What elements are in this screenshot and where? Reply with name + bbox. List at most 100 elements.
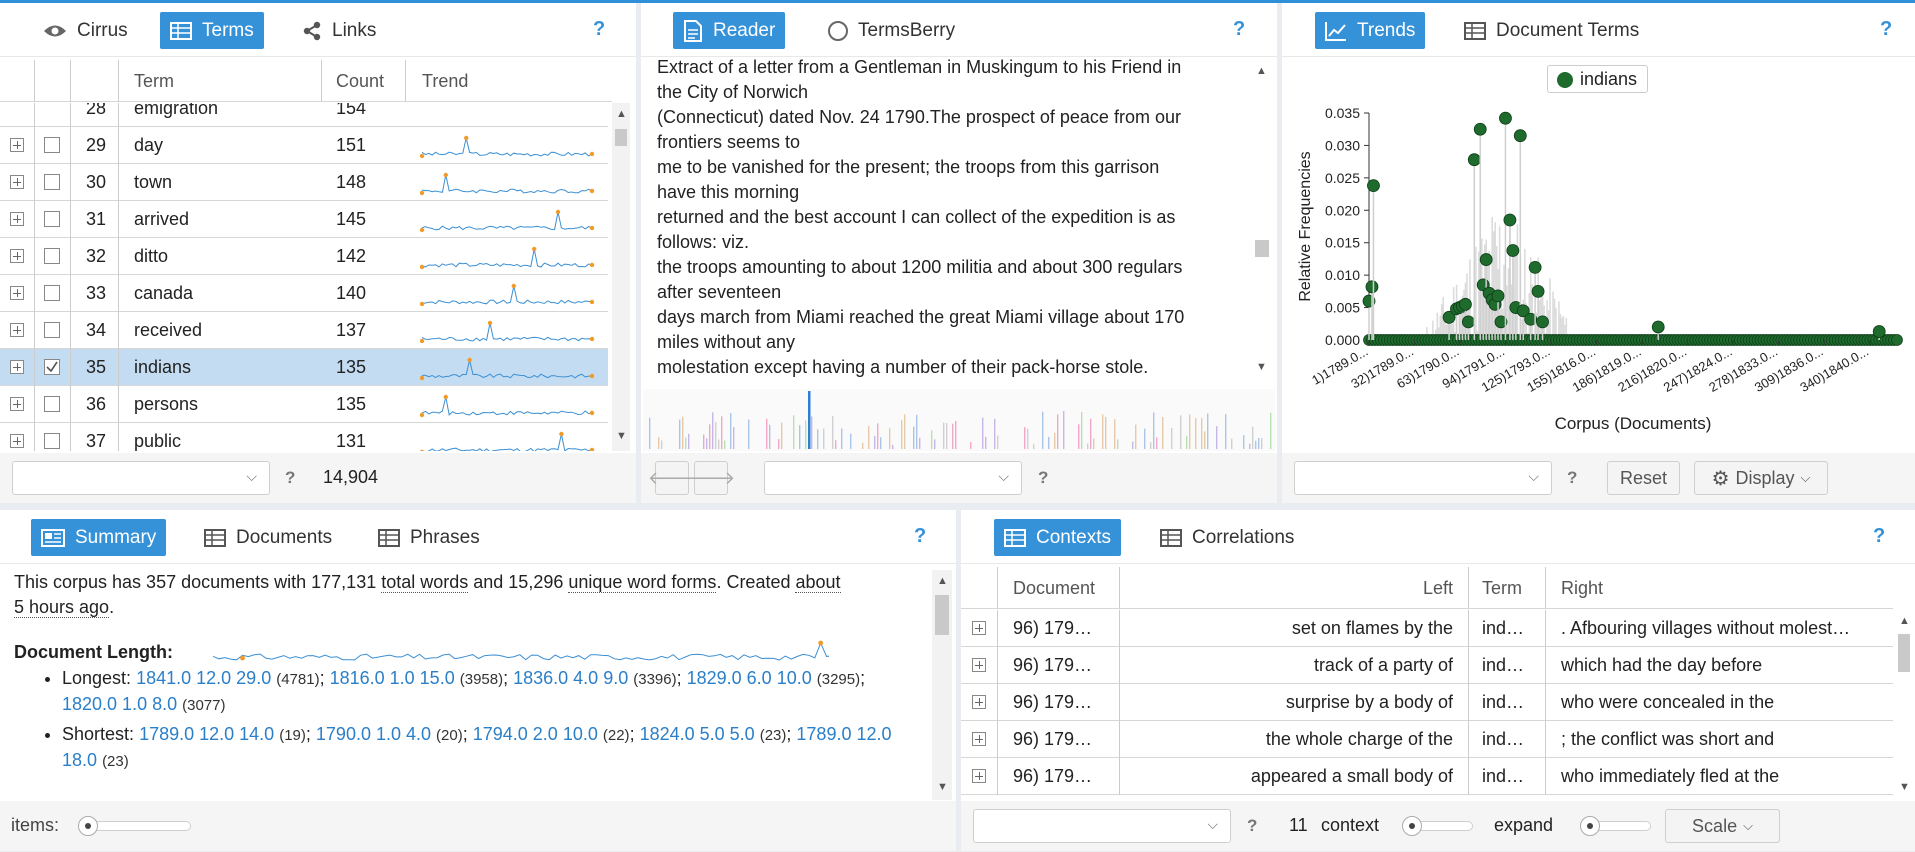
column-header-term[interactable]: Term (134, 71, 174, 92)
column-header-left[interactable]: Left (1151, 578, 1453, 599)
expand-row-icon[interactable] (972, 621, 986, 635)
document-link[interactable]: 1841.0 12.0 29.0 (136, 668, 271, 688)
expand-row-icon[interactable] (972, 769, 986, 783)
table-row[interactable]: 96) 179… set on flames by the ind… . Afbour… (961, 610, 1893, 647)
data-point[interactable] (1499, 111, 1512, 125)
data-point[interactable] (1513, 129, 1527, 143)
document-link[interactable]: 1789.0 12.0 14.0 (139, 724, 274, 744)
column-header-right[interactable]: Right (1561, 578, 1603, 599)
tab-terms[interactable]: Terms (160, 12, 264, 49)
document-link[interactable]: 1829.0 6.0 10.0 (687, 668, 812, 688)
table-row[interactable]: 96) 179… the whole charge of the ind… ; the… (961, 721, 1893, 758)
expand-row-icon[interactable] (10, 249, 24, 263)
terms-scrollbar[interactable]: ▲ ▼ (612, 103, 630, 451)
data-point[interactable] (1473, 122, 1487, 136)
row-checkbox[interactable] (44, 322, 60, 338)
contexts-help-icon[interactable]: ? (1873, 525, 1885, 548)
expand-row-icon[interactable] (10, 360, 24, 374)
data-point[interactable] (1459, 297, 1472, 311)
row-checkbox[interactable] (44, 211, 60, 227)
expand-row-icon[interactable] (972, 695, 986, 709)
data-point[interactable] (1365, 280, 1379, 294)
tab-document-terms[interactable]: Document Terms (1454, 12, 1649, 49)
data-point[interactable] (1503, 213, 1517, 227)
data-point[interactable] (1531, 284, 1545, 298)
data-point[interactable] (1528, 260, 1542, 274)
expand-row-icon[interactable] (10, 323, 24, 337)
expand-row-icon[interactable] (10, 212, 24, 226)
slider-handle[interactable] (1580, 816, 1600, 836)
tab-documents[interactable]: Documents (194, 519, 342, 556)
column-header-document[interactable]: Document (1013, 578, 1095, 599)
chart-legend[interactable]: indians (1547, 65, 1649, 93)
table-row[interactable]: 32 ditto 142 (0, 238, 608, 275)
slider-handle[interactable] (78, 816, 98, 836)
expand-row-icon[interactable] (972, 732, 986, 746)
tab-termsberry[interactable]: TermsBerry (818, 12, 965, 49)
table-row[interactable]: 36 persons 135 (0, 386, 608, 423)
table-row[interactable]: 34 received 137 (0, 312, 608, 349)
summary-scrollbar[interactable]: ▲ ▼ (932, 570, 952, 800)
contexts-scrollbar[interactable]: ▲ ▼ (1895, 610, 1913, 800)
row-checkbox[interactable] (44, 396, 60, 412)
document-link[interactable]: 1816.0 1.0 15.0 (330, 668, 455, 688)
document-link[interactable]: 1794.0 2.0 10.0 (473, 724, 598, 744)
row-checkbox[interactable] (44, 433, 60, 449)
scale-button[interactable]: Scale ⌵ (1665, 809, 1780, 843)
terms-search-input[interactable]: ⌵ (12, 461, 270, 495)
table-row[interactable]: 29 day 151 (0, 127, 608, 164)
trends-help-icon[interactable]: ? (1880, 18, 1892, 41)
data-point[interactable] (1367, 179, 1380, 193)
reader-term-distribution[interactable] (643, 389, 1275, 451)
reader-help-icon[interactable]: ? (1233, 18, 1245, 41)
data-point[interactable] (1467, 153, 1481, 167)
row-checkbox[interactable] (44, 285, 60, 301)
document-link[interactable]: 1790.0 1.0 4.0 (316, 724, 431, 744)
data-point[interactable] (1536, 315, 1549, 329)
row-checkbox[interactable] (44, 174, 60, 190)
expand-slider[interactable] (1580, 816, 1651, 836)
expand-row-icon[interactable] (10, 138, 24, 152)
trends-search-input[interactable]: ⌵ (1294, 461, 1552, 495)
expand-row-icon[interactable] (10, 434, 24, 448)
display-button[interactable]: ⚙ Display ⌵ (1694, 461, 1828, 495)
table-row[interactable]: 96) 179… appeared a small body of ind… who … (961, 758, 1893, 795)
tab-summary[interactable]: Summary (31, 519, 167, 556)
tab-phrases[interactable]: Phrases (368, 519, 490, 556)
next-button[interactable]: 🡒 (687, 461, 735, 495)
expand-row-icon[interactable] (972, 658, 986, 672)
data-point[interactable] (1506, 244, 1520, 257)
table-row[interactable]: 35 indians 135 (0, 349, 608, 386)
tab-links[interactable]: Links (292, 12, 386, 49)
total-words-term[interactable]: total words (381, 572, 469, 593)
document-link[interactable]: 1824.0 5.0 5.0 (640, 724, 755, 744)
row-checkbox[interactable] (44, 137, 60, 153)
column-header-term[interactable]: Term (1482, 578, 1522, 599)
tab-cirrus[interactable]: Cirrus (33, 12, 138, 49)
expand-row-icon[interactable] (10, 397, 24, 411)
expand-row-icon[interactable] (10, 286, 24, 300)
document-link[interactable]: 1836.0 4.0 9.0 (513, 668, 628, 688)
terms-help-icon[interactable]: ? (593, 18, 605, 41)
expand-row-icon[interactable] (10, 175, 24, 189)
tab-trends[interactable]: Trends (1315, 12, 1426, 49)
table-row[interactable]: 33 canada 140 (0, 275, 608, 312)
table-row[interactable]: 31 arrived 145 (0, 201, 608, 238)
contexts-search-input[interactable]: ⌵ (973, 809, 1231, 843)
items-slider[interactable] (78, 816, 191, 836)
trends-search-help-icon[interactable]: ? (1567, 468, 1577, 488)
table-row[interactable]: 96) 179… surprise by a body of ind… who wer… (961, 684, 1893, 721)
column-header-count[interactable]: Count (336, 71, 384, 92)
summary-help-icon[interactable]: ? (914, 525, 926, 548)
previous-button[interactable]: 🡐 (648, 461, 696, 495)
tab-contexts[interactable]: Contexts (994, 519, 1121, 556)
contexts-search-help-icon[interactable]: ? (1247, 816, 1257, 836)
row-checkbox[interactable] (44, 248, 60, 264)
context-slider[interactable] (1402, 816, 1473, 836)
data-point[interactable] (1872, 325, 1886, 338)
column-header-trend[interactable]: Trend (422, 71, 468, 92)
data-point[interactable] (1461, 315, 1475, 329)
data-point[interactable] (1651, 320, 1665, 334)
terms-search-help-icon[interactable]: ? (285, 468, 295, 488)
slider-handle[interactable] (1402, 816, 1422, 836)
